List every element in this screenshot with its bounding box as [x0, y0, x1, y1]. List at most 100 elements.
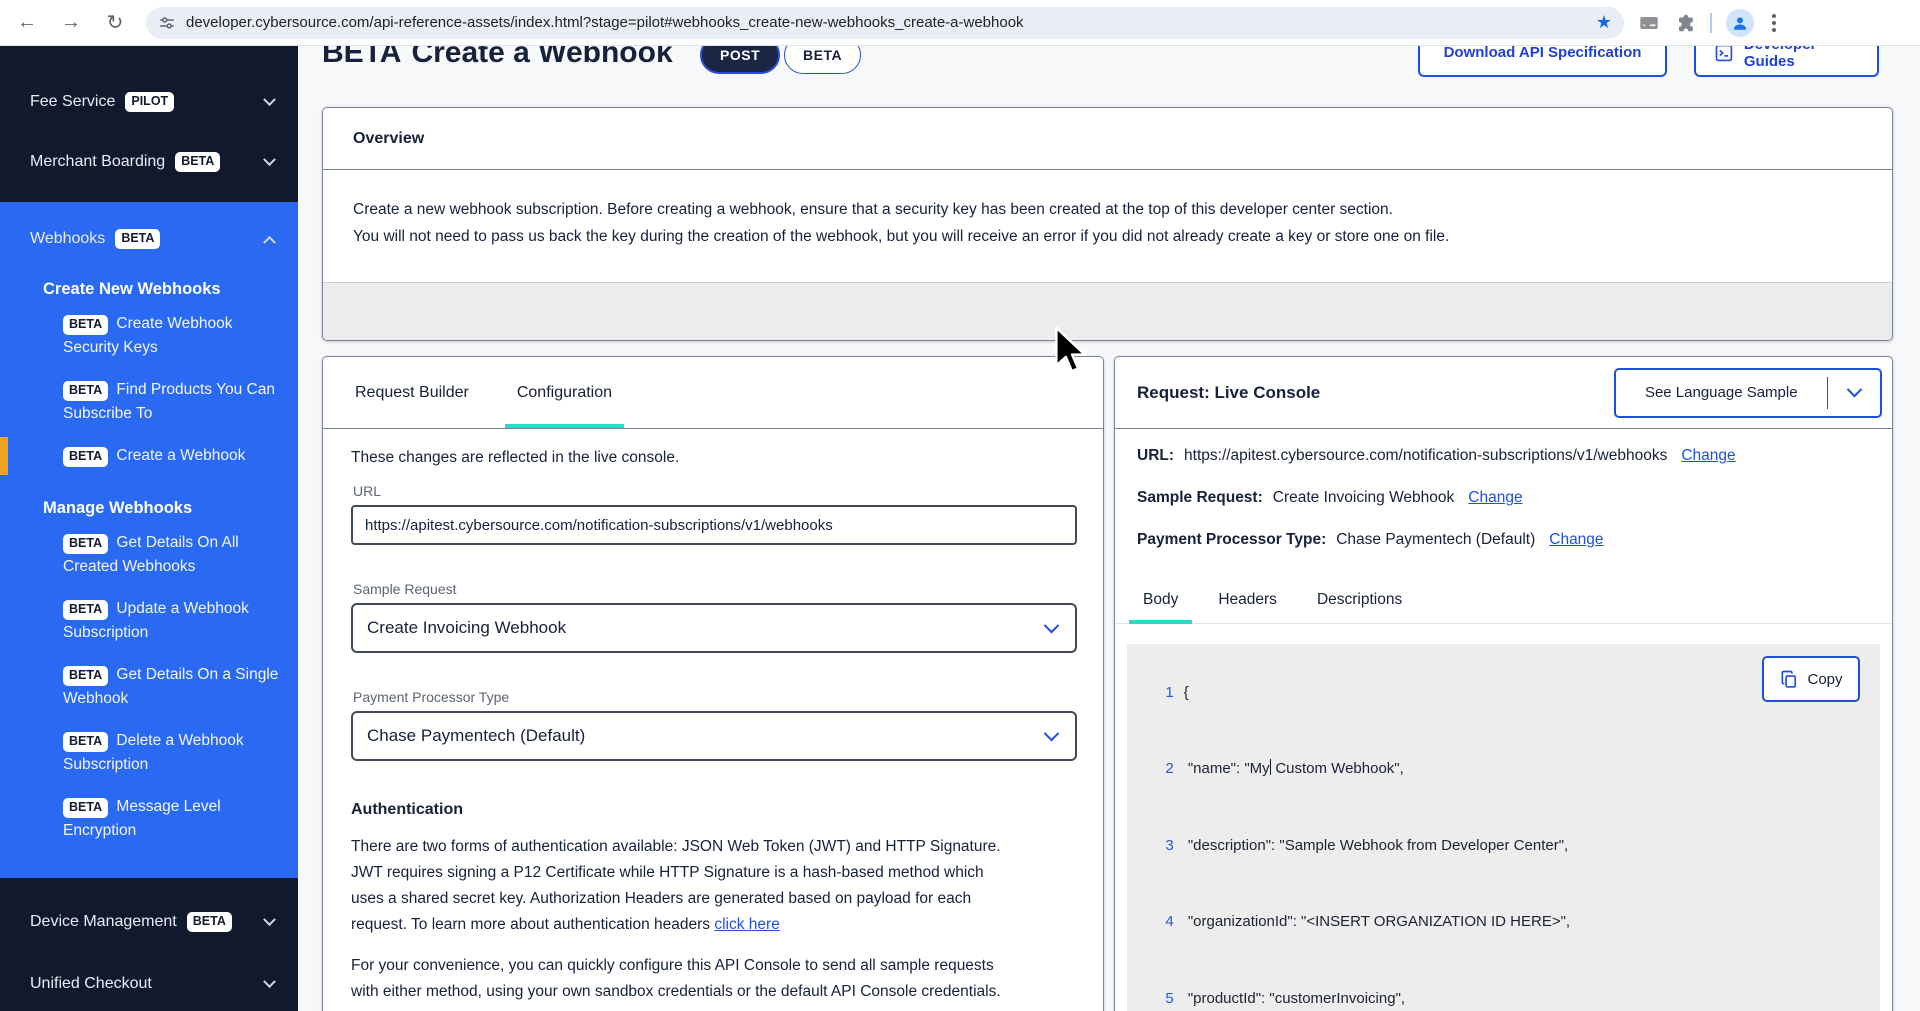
builder-note: These changes are reflected in the live …: [351, 449, 1075, 467]
tab-body[interactable]: Body: [1129, 579, 1192, 623]
overview-header: Overview: [323, 108, 1892, 170]
sidebar-subitem[interactable]: BETA Delete a Webhook Subscription: [0, 722, 298, 784]
beta-badge: BETA: [63, 381, 108, 401]
console-title: Request: Live Console: [1137, 383, 1320, 403]
live-console-panel: Request: Live Console See Language Sampl…: [1114, 356, 1893, 1011]
chevron-down-icon[interactable]: [263, 975, 276, 988]
line-text: {: [1184, 684, 1189, 701]
overview-panel: Overview Create a new webhook subscripti…: [322, 107, 1893, 341]
overview-line-1: Create a new webhook subscription. Befor…: [353, 196, 1862, 223]
authentication-paragraph-2: For your convenience, you can quickly co…: [351, 953, 1019, 1005]
beta-badge: BETA: [63, 315, 108, 335]
sidebar-group-title: Create New Webhooks: [0, 280, 298, 299]
forward-icon[interactable]: →: [54, 6, 88, 40]
payment-card-icon[interactable]: [1638, 12, 1660, 34]
change-sample-request-link[interactable]: Change: [1468, 489, 1522, 507]
url-field-label: URL: [353, 483, 1075, 499]
sidebar-item[interactable]: Merchant Boarding BETA: [0, 144, 298, 180]
tab-request-builder[interactable]: Request Builder: [343, 357, 481, 428]
sidebar-item-badge: BETA: [187, 912, 232, 932]
sidebar-subitem[interactable]: BETA Create Webhook Security Keys: [0, 305, 298, 367]
authentication-heading: Authentication: [351, 801, 1075, 819]
sidebar-item-badge: PILOT: [125, 92, 174, 112]
site-settings-icon[interactable]: [158, 14, 176, 32]
code-lines: 1 { 2 "name": "My Custom Webhook", 3 "des…: [1127, 654, 1880, 1011]
see-language-sample-button[interactable]: See Language Sample: [1614, 368, 1882, 418]
tab-descriptions[interactable]: Descriptions: [1303, 579, 1416, 623]
authentication-paragraph-1: There are two forms of authentication av…: [351, 834, 1019, 938]
line-text: "organizationId": "<INSERT ORGANIZATION …: [1184, 913, 1570, 930]
line-number: 5: [1144, 986, 1174, 1011]
code-line: 3 "description": "Sample Webhook from De…: [1127, 807, 1880, 884]
bookmark-star-icon[interactable]: ★: [1596, 12, 1612, 33]
code-line: 4 "organizationId": "<INSERT ORGANIZATIO…: [1127, 884, 1880, 961]
beta-badge: BETA: [63, 732, 108, 752]
sidebar-item-webhooks[interactable]: Webhooks BETA: [0, 222, 298, 256]
overview-line-2: You will not need to pass us back the ke…: [353, 223, 1862, 250]
address-bar[interactable]: developer.cybersource.com/api-reference-…: [146, 7, 1624, 39]
reload-icon[interactable]: ↻: [98, 6, 132, 40]
sidebar-item-label: Device Management: [30, 913, 177, 931]
line-text: "description": "Sample Webhook from Deve…: [1184, 837, 1569, 854]
chevron-down-icon: [1044, 617, 1060, 633]
sidebar-item[interactable]: Unified Checkout: [0, 966, 298, 1002]
overview-footer-strip: [323, 282, 1892, 340]
change-processor-link[interactable]: Change: [1549, 531, 1603, 549]
url-text[interactable]: developer.cybersource.com/api-reference-…: [186, 14, 1588, 31]
line-number: 2: [1144, 756, 1174, 782]
sidebar-subitem[interactable]: BETA Find Products You Can Subscribe To: [0, 371, 298, 433]
sidebar-item-label: Merchant Boarding: [30, 153, 165, 171]
chevron-up-icon[interactable]: [263, 235, 276, 248]
console-url-row: URL: https://apitest.cybersource.com/not…: [1137, 447, 1870, 465]
sidebar-item[interactable]: Device Management BETA: [0, 904, 298, 940]
sidebar-item[interactable]: Fee Service PILOT: [0, 84, 298, 120]
browser-actions: [1638, 9, 1780, 37]
browser-menu-icon[interactable]: [1768, 10, 1780, 36]
chevron-down-icon: [1044, 725, 1060, 741]
code-line: 2 "name": "My Custom Webhook",: [1127, 731, 1880, 808]
sidebar-subitem[interactable]: BETA Get Details On a Single Webhook: [0, 656, 298, 718]
beta-badge: BETA: [63, 447, 108, 467]
sample-request-select[interactable]: Create Invoicing Webhook: [351, 603, 1077, 653]
click-here-link[interactable]: click here: [714, 916, 779, 933]
code-line: 5 "productId": "customerInvoicing",: [1127, 960, 1880, 1011]
back-icon[interactable]: ←: [10, 6, 44, 40]
sidebar: Fee Service PILOT Merchant Boarding BETA…: [0, 46, 298, 1011]
line-number: 1: [1144, 680, 1174, 706]
sidebar-subitem[interactable]: BETA Message Level Encryption: [0, 788, 298, 850]
tab-configuration[interactable]: Configuration: [505, 357, 624, 428]
beta-badge: BETA: [63, 600, 108, 620]
sidebar-subitem[interactable]: BETA Get Details On All Created Webhooks: [0, 524, 298, 586]
sidebar-group-title: Manage Webhooks: [0, 499, 298, 518]
processor-type-select[interactable]: Chase Paymentech (Default): [351, 711, 1077, 761]
beta-badge: BETA: [63, 666, 108, 686]
request-body-code[interactable]: 1 { 2 "name": "My Custom Webhook", 3 "des…: [1127, 644, 1880, 1011]
sidebar-webhooks-groups: Create New Webhooks BETA Create Webhook …: [0, 280, 298, 850]
sidebar-subitem[interactable]: BETA Update a Webhook Subscription: [0, 590, 298, 652]
line-number: 4: [1144, 909, 1174, 935]
console-sample-request-row: Sample Request: Create Invoicing Webhook…: [1137, 489, 1870, 507]
chevron-down-icon[interactable]: [263, 93, 276, 106]
console-tabs: Body Headers Descriptions: [1115, 579, 1892, 624]
browser-toolbar: ← → ↻ developer.cybersource.com/api-refe…: [0, 0, 1920, 46]
copy-button[interactable]: Copy: [1762, 656, 1860, 702]
app-window: ← → ↻ developer.cybersource.com/api-refe…: [0, 0, 1920, 1011]
change-url-link[interactable]: Change: [1681, 447, 1735, 465]
chevron-down-icon[interactable]: [263, 153, 276, 166]
overview-body: Create a new webhook subscription. Befor…: [323, 170, 1892, 250]
sidebar-item-label: Unified Checkout: [30, 975, 152, 993]
extensions-puzzle-icon[interactable]: [1674, 12, 1696, 34]
profile-avatar[interactable]: [1726, 9, 1754, 37]
chevron-down-icon[interactable]: [263, 913, 276, 926]
beta-badge: BETA: [63, 534, 108, 554]
tab-headers[interactable]: Headers: [1204, 579, 1291, 623]
sidebar-item-label: Fee Service: [30, 93, 115, 111]
beta-badge: BETA: [115, 229, 160, 249]
sidebar-item-badge: BETA: [175, 152, 220, 172]
sidebar-subitem[interactable]: BETA Create a Webhook: [0, 437, 298, 475]
line-number: 3: [1144, 833, 1174, 859]
console-info: URL: https://apitest.cybersource.com/not…: [1115, 429, 1892, 579]
console-processor-row: Payment Processor Type: Chase Paymentech…: [1137, 531, 1870, 549]
sidebar-bottom-group: Device Management BETA Unified Checkout …: [0, 904, 298, 1011]
url-input[interactable]: https://apitest.cybersource.com/notifica…: [351, 505, 1077, 545]
